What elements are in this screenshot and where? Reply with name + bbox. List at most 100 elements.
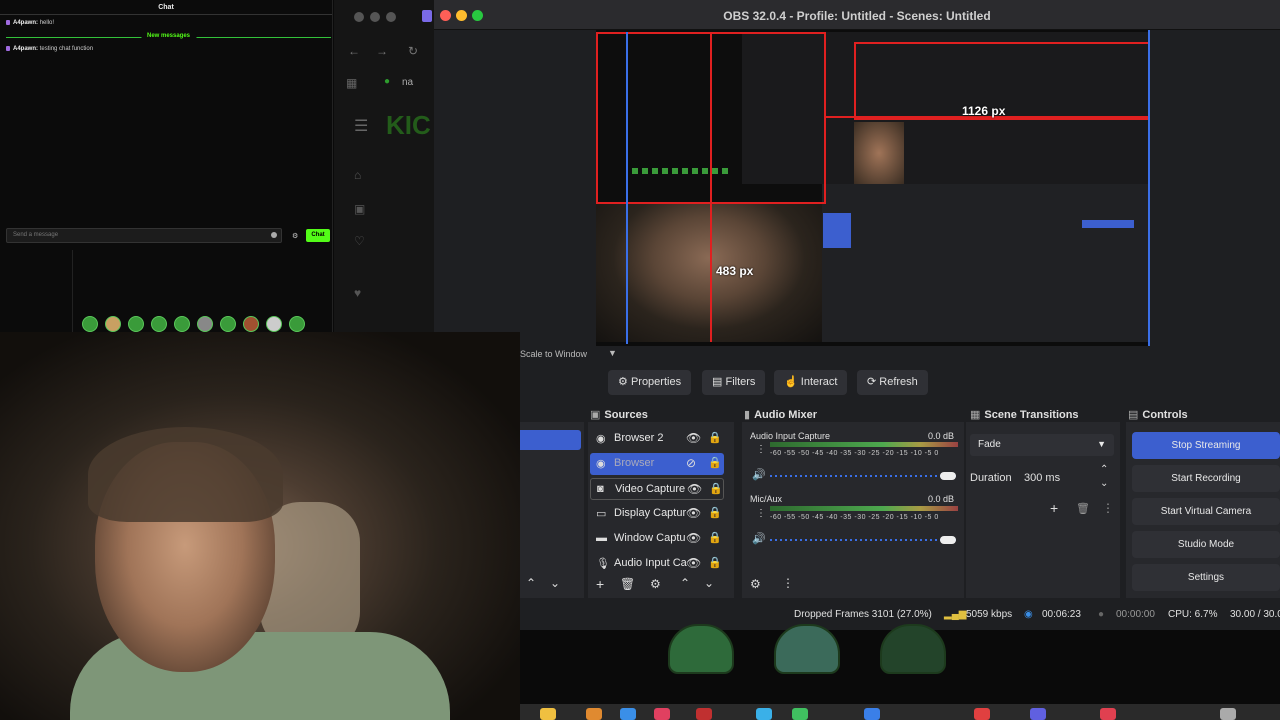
remove-source-icon[interactable]: 🗑: [620, 577, 635, 591]
source-move-down-icon[interactable]: ⌄: [704, 576, 714, 590]
app-icon[interactable]: [540, 708, 556, 720]
stepper-down-icon[interactable]: ⌄: [1100, 478, 1108, 489]
volume-slider-knob[interactable]: [940, 472, 956, 480]
interact-button[interactable]: ☝ Interact: [774, 370, 848, 395]
chevron-down-icon[interactable]: ▼: [608, 348, 617, 358]
emote-icon[interactable]: [266, 316, 282, 332]
profile-icon[interactable]: ●: [384, 76, 390, 87]
emote-icon[interactable]: [82, 316, 98, 332]
source-item[interactable]: ◉ Browser 2 👁 🔒: [590, 428, 724, 450]
stepper-up-icon[interactable]: ⌃: [1100, 464, 1108, 475]
lock-icon[interactable]: 🔒: [708, 531, 722, 544]
advanced-audio-icon[interactable]: ⚙: [750, 577, 761, 591]
lock-icon[interactable]: 🔒: [708, 506, 722, 519]
lock-icon[interactable]: 🔒: [708, 456, 722, 469]
favorites-icon[interactable]: ♥: [354, 286, 361, 300]
transition-menu-icon[interactable]: ⋮: [1102, 501, 1114, 515]
emote-icon[interactable]: [220, 316, 236, 332]
app-icon[interactable]: [620, 708, 636, 720]
source-item[interactable]: ▬ Window Captu 👁 🔒: [590, 528, 724, 550]
site-logo[interactable]: KIC: [386, 110, 431, 141]
lock-icon[interactable]: 🔒: [708, 431, 722, 444]
lock-icon[interactable]: 🔒: [708, 556, 722, 569]
chat-input[interactable]: Send a message: [6, 228, 282, 243]
speaker-icon[interactable]: 🔊: [752, 468, 766, 481]
source-item[interactable]: 🎙 Audio Input Ca 👁 🔒: [590, 553, 724, 575]
more-icon[interactable]: ⋮: [756, 508, 766, 519]
video-capture-preview[interactable]: [596, 202, 822, 342]
volume-slider-track[interactable]: [770, 475, 956, 477]
obs-preview-canvas[interactable]: 1126 px 483 px: [596, 30, 1150, 346]
emote-icon[interactable]: [128, 316, 144, 332]
source-properties-icon[interactable]: ⚙: [650, 577, 661, 591]
app-icon[interactable]: [756, 708, 772, 720]
eye-icon[interactable]: 👁: [687, 482, 702, 496]
settings-button[interactable]: Settings: [1132, 564, 1280, 591]
app-icon[interactable]: [654, 708, 670, 720]
emote-icon[interactable]: [174, 316, 190, 332]
start-recording-button[interactable]: Start Recording: [1132, 465, 1280, 492]
source-move-up-icon[interactable]: ⌃: [680, 576, 690, 590]
studio-mode-button[interactable]: Studio Mode: [1132, 531, 1280, 558]
more-icon[interactable]: ⋮: [756, 444, 766, 455]
forward-icon[interactable]: →: [376, 44, 388, 58]
add-transition-icon[interactable]: +: [1050, 500, 1058, 516]
emote-icon[interactable]: [105, 316, 121, 332]
app-icon[interactable]: [1220, 708, 1236, 720]
emote-icon[interactable]: [289, 316, 305, 332]
eye-icon[interactable]: 👁: [686, 431, 701, 445]
emote-icon[interactable]: [151, 316, 167, 332]
remove-transition-icon[interactable]: 🗑: [1076, 502, 1090, 515]
eye-icon[interactable]: 👁: [686, 531, 701, 545]
gear-icon[interactable]: ⚙: [292, 232, 298, 240]
app-icon[interactable]: [864, 708, 880, 720]
scene-move-down-icon[interactable]: ⌄: [550, 576, 560, 590]
window-minimize-icon[interactable]: [370, 12, 380, 22]
chat-username[interactable]: A4pawn:: [13, 20, 38, 26]
refresh-button[interactable]: ⟳ Refresh: [857, 370, 928, 395]
mixer-menu-icon[interactable]: ⋮: [782, 576, 794, 590]
window-close-icon[interactable]: [354, 12, 364, 22]
app-icon[interactable]: [974, 708, 990, 720]
emote-icon[interactable]: [197, 316, 213, 332]
filters-button[interactable]: ▤ Filters: [702, 370, 766, 395]
properties-button[interactable]: ⚙ Properties: [608, 370, 692, 395]
chat-username[interactable]: A4pawn:: [13, 46, 38, 52]
back-icon[interactable]: ←: [348, 44, 360, 58]
menu-icon[interactable]: ☰: [354, 116, 368, 136]
avatar-image: [668, 624, 734, 674]
source-item[interactable]: ◉ Browser ⊘ 🔒: [590, 453, 724, 475]
duration-input[interactable]: 300 ms: [1024, 472, 1060, 484]
chat-send-button[interactable]: Chat: [306, 229, 330, 242]
eye-icon[interactable]: 👁: [686, 506, 701, 520]
scene-item-selected[interactable]: [520, 430, 581, 450]
reload-icon[interactable]: ↻: [408, 44, 418, 58]
volume-slider-knob[interactable]: [940, 536, 956, 544]
scene-move-up-icon[interactable]: ⌃: [526, 576, 536, 590]
app-icon[interactable]: [792, 708, 808, 720]
start-virtual-camera-button[interactable]: Start Virtual Camera: [1132, 498, 1280, 525]
add-source-icon[interactable]: +: [596, 576, 604, 592]
following-icon[interactable]: ♡: [354, 234, 365, 248]
home-icon[interactable]: ⌂: [354, 168, 361, 182]
window-zoom-icon[interactable]: [386, 12, 396, 22]
speaker-icon[interactable]: 🔊: [752, 532, 766, 545]
emoji-icon[interactable]: [271, 232, 277, 238]
app-icon[interactable]: [586, 708, 602, 720]
apps-grid-icon[interactable]: ▦: [346, 76, 357, 90]
emote-icon[interactable]: [243, 316, 259, 332]
stop-streaming-button[interactable]: Stop Streaming: [1132, 432, 1280, 459]
tab-title[interactable]: na: [402, 77, 413, 88]
source-item[interactable]: ▭ Display Captur 👁 🔒: [590, 503, 724, 525]
app-icon[interactable]: [1030, 708, 1046, 720]
eye-off-icon[interactable]: ⊘: [686, 456, 696, 470]
source-item[interactable]: ◙ Video Capture 👁 🔒: [590, 478, 724, 500]
eye-icon[interactable]: 👁: [686, 556, 701, 570]
volume-slider-track[interactable]: [770, 539, 956, 541]
app-icon[interactable]: [696, 708, 712, 720]
transition-select[interactable]: Fade ▼: [970, 434, 1114, 456]
lock-icon[interactable]: 🔒: [709, 482, 723, 495]
browse-icon[interactable]: ▣: [354, 202, 365, 216]
app-icon[interactable]: [1100, 708, 1116, 720]
scale-dropdown[interactable]: Scale to Window: [520, 349, 587, 359]
